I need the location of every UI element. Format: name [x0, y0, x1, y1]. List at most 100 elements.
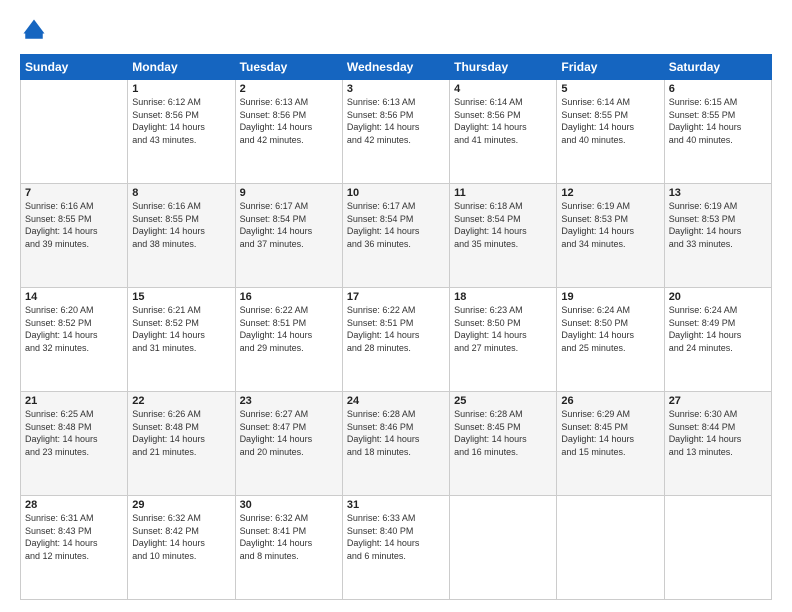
day-info: Sunrise: 6:14 AM Sunset: 8:55 PM Dayligh…	[561, 96, 659, 146]
calendar-week-4: 21Sunrise: 6:25 AM Sunset: 8:48 PM Dayli…	[21, 392, 772, 496]
day-number: 20	[669, 291, 767, 303]
calendar-cell: 18Sunrise: 6:23 AM Sunset: 8:50 PM Dayli…	[450, 288, 557, 392]
calendar-week-1: 1Sunrise: 6:12 AM Sunset: 8:56 PM Daylig…	[21, 80, 772, 184]
calendar-cell: 20Sunrise: 6:24 AM Sunset: 8:49 PM Dayli…	[664, 288, 771, 392]
calendar-cell: 25Sunrise: 6:28 AM Sunset: 8:45 PM Dayli…	[450, 392, 557, 496]
day-number: 8	[132, 187, 230, 199]
weekday-header-row: SundayMondayTuesdayWednesdayThursdayFrid…	[21, 55, 772, 80]
day-number: 5	[561, 83, 659, 95]
calendar-table: SundayMondayTuesdayWednesdayThursdayFrid…	[20, 54, 772, 600]
calendar-cell: 6Sunrise: 6:15 AM Sunset: 8:55 PM Daylig…	[664, 80, 771, 184]
calendar-cell: 11Sunrise: 6:18 AM Sunset: 8:54 PM Dayli…	[450, 184, 557, 288]
weekday-header-thursday: Thursday	[450, 55, 557, 80]
day-number: 12	[561, 187, 659, 199]
day-number: 16	[240, 291, 338, 303]
day-info: Sunrise: 6:22 AM Sunset: 8:51 PM Dayligh…	[347, 304, 445, 354]
calendar-week-5: 28Sunrise: 6:31 AM Sunset: 8:43 PM Dayli…	[21, 496, 772, 600]
calendar-cell: 17Sunrise: 6:22 AM Sunset: 8:51 PM Dayli…	[342, 288, 449, 392]
day-number: 9	[240, 187, 338, 199]
logo	[20, 16, 52, 44]
day-number: 1	[132, 83, 230, 95]
weekday-header-tuesday: Tuesday	[235, 55, 342, 80]
day-number: 23	[240, 395, 338, 407]
day-number: 17	[347, 291, 445, 303]
calendar-week-2: 7Sunrise: 6:16 AM Sunset: 8:55 PM Daylig…	[21, 184, 772, 288]
day-info: Sunrise: 6:17 AM Sunset: 8:54 PM Dayligh…	[240, 200, 338, 250]
day-info: Sunrise: 6:33 AM Sunset: 8:40 PM Dayligh…	[347, 512, 445, 562]
calendar-cell: 26Sunrise: 6:29 AM Sunset: 8:45 PM Dayli…	[557, 392, 664, 496]
day-number: 11	[454, 187, 552, 199]
calendar-cell	[21, 80, 128, 184]
calendar-cell: 9Sunrise: 6:17 AM Sunset: 8:54 PM Daylig…	[235, 184, 342, 288]
day-info: Sunrise: 6:24 AM Sunset: 8:50 PM Dayligh…	[561, 304, 659, 354]
calendar-cell: 23Sunrise: 6:27 AM Sunset: 8:47 PM Dayli…	[235, 392, 342, 496]
weekday-header-wednesday: Wednesday	[342, 55, 449, 80]
calendar-cell: 16Sunrise: 6:22 AM Sunset: 8:51 PM Dayli…	[235, 288, 342, 392]
header	[20, 16, 772, 44]
day-info: Sunrise: 6:13 AM Sunset: 8:56 PM Dayligh…	[240, 96, 338, 146]
day-info: Sunrise: 6:32 AM Sunset: 8:42 PM Dayligh…	[132, 512, 230, 562]
day-info: Sunrise: 6:26 AM Sunset: 8:48 PM Dayligh…	[132, 408, 230, 458]
day-info: Sunrise: 6:13 AM Sunset: 8:56 PM Dayligh…	[347, 96, 445, 146]
day-number: 15	[132, 291, 230, 303]
day-info: Sunrise: 6:25 AM Sunset: 8:48 PM Dayligh…	[25, 408, 123, 458]
day-info: Sunrise: 6:29 AM Sunset: 8:45 PM Dayligh…	[561, 408, 659, 458]
calendar-cell: 1Sunrise: 6:12 AM Sunset: 8:56 PM Daylig…	[128, 80, 235, 184]
day-info: Sunrise: 6:20 AM Sunset: 8:52 PM Dayligh…	[25, 304, 123, 354]
day-number: 31	[347, 499, 445, 511]
day-number: 29	[132, 499, 230, 511]
day-number: 13	[669, 187, 767, 199]
day-info: Sunrise: 6:28 AM Sunset: 8:45 PM Dayligh…	[454, 408, 552, 458]
day-info: Sunrise: 6:28 AM Sunset: 8:46 PM Dayligh…	[347, 408, 445, 458]
day-info: Sunrise: 6:24 AM Sunset: 8:49 PM Dayligh…	[669, 304, 767, 354]
day-number: 4	[454, 83, 552, 95]
calendar-cell: 12Sunrise: 6:19 AM Sunset: 8:53 PM Dayli…	[557, 184, 664, 288]
day-number: 25	[454, 395, 552, 407]
day-number: 24	[347, 395, 445, 407]
calendar-cell: 24Sunrise: 6:28 AM Sunset: 8:46 PM Dayli…	[342, 392, 449, 496]
calendar-cell: 27Sunrise: 6:30 AM Sunset: 8:44 PM Dayli…	[664, 392, 771, 496]
calendar-cell: 29Sunrise: 6:32 AM Sunset: 8:42 PM Dayli…	[128, 496, 235, 600]
day-info: Sunrise: 6:19 AM Sunset: 8:53 PM Dayligh…	[561, 200, 659, 250]
day-info: Sunrise: 6:12 AM Sunset: 8:56 PM Dayligh…	[132, 96, 230, 146]
day-info: Sunrise: 6:16 AM Sunset: 8:55 PM Dayligh…	[25, 200, 123, 250]
day-info: Sunrise: 6:32 AM Sunset: 8:41 PM Dayligh…	[240, 512, 338, 562]
calendar-cell: 31Sunrise: 6:33 AM Sunset: 8:40 PM Dayli…	[342, 496, 449, 600]
day-number: 7	[25, 187, 123, 199]
day-number: 21	[25, 395, 123, 407]
day-number: 30	[240, 499, 338, 511]
calendar-cell: 5Sunrise: 6:14 AM Sunset: 8:55 PM Daylig…	[557, 80, 664, 184]
calendar-cell: 10Sunrise: 6:17 AM Sunset: 8:54 PM Dayli…	[342, 184, 449, 288]
day-number: 22	[132, 395, 230, 407]
calendar-cell: 13Sunrise: 6:19 AM Sunset: 8:53 PM Dayli…	[664, 184, 771, 288]
day-number: 3	[347, 83, 445, 95]
day-number: 19	[561, 291, 659, 303]
page: SundayMondayTuesdayWednesdayThursdayFrid…	[0, 0, 792, 612]
calendar-cell: 14Sunrise: 6:20 AM Sunset: 8:52 PM Dayli…	[21, 288, 128, 392]
day-number: 18	[454, 291, 552, 303]
day-number: 28	[25, 499, 123, 511]
day-number: 2	[240, 83, 338, 95]
calendar-cell: 15Sunrise: 6:21 AM Sunset: 8:52 PM Dayli…	[128, 288, 235, 392]
day-number: 6	[669, 83, 767, 95]
calendar-cell: 21Sunrise: 6:25 AM Sunset: 8:48 PM Dayli…	[21, 392, 128, 496]
calendar-cell: 7Sunrise: 6:16 AM Sunset: 8:55 PM Daylig…	[21, 184, 128, 288]
calendar-cell: 22Sunrise: 6:26 AM Sunset: 8:48 PM Dayli…	[128, 392, 235, 496]
day-number: 10	[347, 187, 445, 199]
calendar-cell: 28Sunrise: 6:31 AM Sunset: 8:43 PM Dayli…	[21, 496, 128, 600]
day-info: Sunrise: 6:22 AM Sunset: 8:51 PM Dayligh…	[240, 304, 338, 354]
day-info: Sunrise: 6:16 AM Sunset: 8:55 PM Dayligh…	[132, 200, 230, 250]
day-info: Sunrise: 6:30 AM Sunset: 8:44 PM Dayligh…	[669, 408, 767, 458]
calendar-cell: 19Sunrise: 6:24 AM Sunset: 8:50 PM Dayli…	[557, 288, 664, 392]
weekday-header-sunday: Sunday	[21, 55, 128, 80]
day-info: Sunrise: 6:14 AM Sunset: 8:56 PM Dayligh…	[454, 96, 552, 146]
day-info: Sunrise: 6:17 AM Sunset: 8:54 PM Dayligh…	[347, 200, 445, 250]
day-info: Sunrise: 6:18 AM Sunset: 8:54 PM Dayligh…	[454, 200, 552, 250]
day-info: Sunrise: 6:23 AM Sunset: 8:50 PM Dayligh…	[454, 304, 552, 354]
weekday-header-monday: Monday	[128, 55, 235, 80]
day-info: Sunrise: 6:19 AM Sunset: 8:53 PM Dayligh…	[669, 200, 767, 250]
day-info: Sunrise: 6:21 AM Sunset: 8:52 PM Dayligh…	[132, 304, 230, 354]
day-info: Sunrise: 6:15 AM Sunset: 8:55 PM Dayligh…	[669, 96, 767, 146]
day-info: Sunrise: 6:31 AM Sunset: 8:43 PM Dayligh…	[25, 512, 123, 562]
calendar-cell	[664, 496, 771, 600]
